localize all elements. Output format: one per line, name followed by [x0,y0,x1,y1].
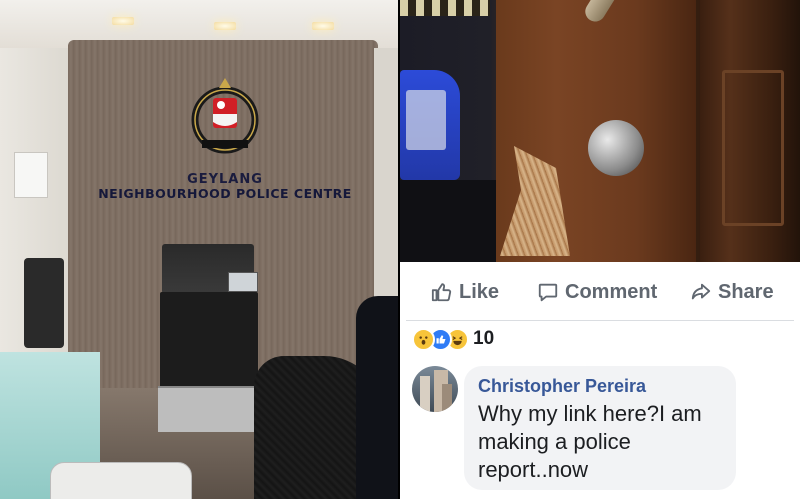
comment-bubble: Christopher Pereira Why my link here?I a… [464,366,736,490]
sign-geylang: GEYLANG [187,172,263,187]
like-button[interactable]: Like [431,280,499,304]
copier-screen [228,272,258,292]
sign-npc: NEIGHBOURHOOD POLICE CENTRE [98,186,352,201]
share-icon [691,283,711,300]
wall-notice [14,152,48,198]
desk-telephone [50,462,192,499]
ceiling-light [214,22,236,30]
wow-icon [412,327,435,351]
ceiling-light [312,22,334,30]
ceiling-light [112,17,134,25]
comment-button[interactable]: Comment [537,280,657,304]
share-label: Share [718,280,774,303]
thumbs-up-icon [431,283,452,302]
damaged-door-photo [400,0,800,262]
deadbolt-lock [588,120,644,176]
screenshot: GEYLANG NEIGHBOURHOOD POLICE CENTRE Like… [0,0,800,499]
post-actions-bar: Like Comment Share [400,262,800,320]
side-chair [24,258,64,348]
police-crest-emblem [191,78,259,154]
photocopier [158,244,260,434]
like-label: Like [459,280,500,303]
share-button[interactable]: Share [690,280,774,304]
decor-trim [400,0,490,16]
comment-label: Comment [565,280,658,303]
avatar[interactable] [412,366,458,412]
divider [406,320,794,321]
reactions-summary[interactable]: 10 [412,327,495,351]
police-centre-photo: GEYLANG NEIGHBOURHOOD POLICE CENTRE [0,0,398,499]
facebook-post-panel: Like Comment Share 10 Christopher Pereir… [400,262,800,499]
reaction-count: 10 [473,328,495,349]
door-frame [700,0,800,262]
officer-silhouette [356,296,398,499]
comment-text: Why my link here?I am making a police re… [478,401,702,482]
comment-author-link[interactable]: Christopher Pereira [478,376,646,397]
comment-icon [538,283,558,302]
